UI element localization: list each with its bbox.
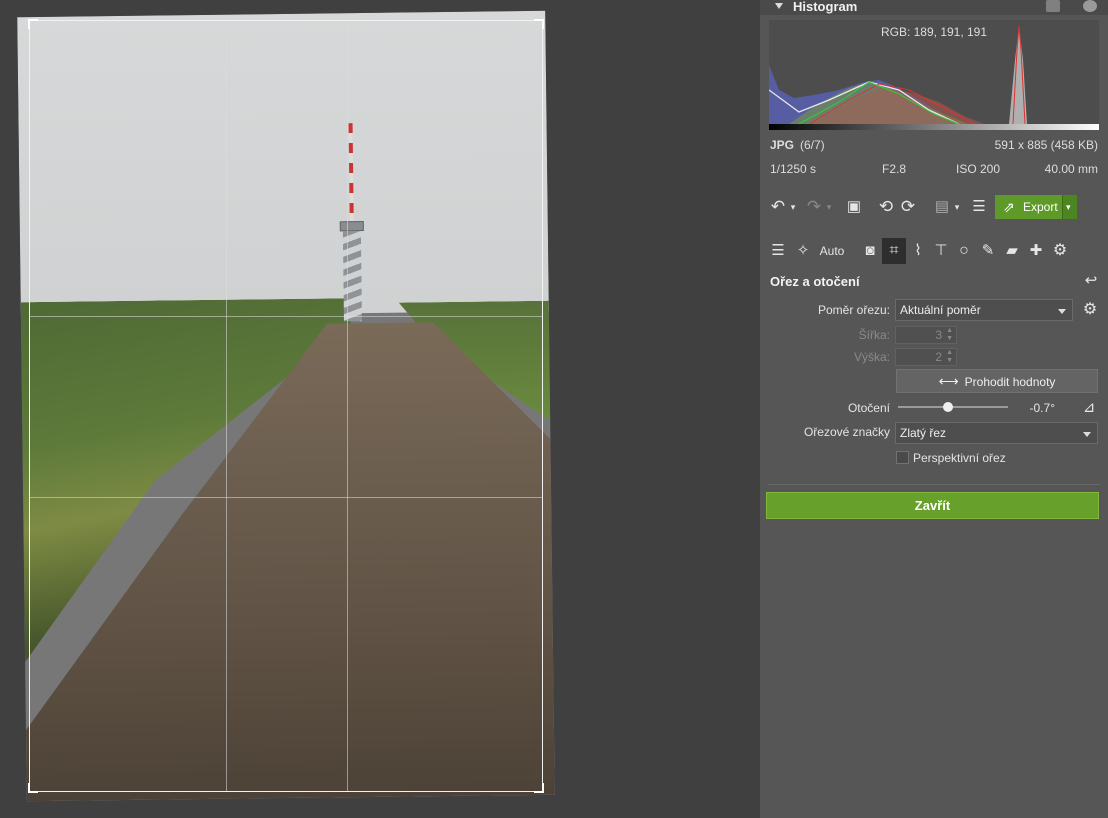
save-dropdown-icon[interactable]: ▾ (952, 194, 962, 220)
redo-icon[interactable]: ↷ (804, 194, 824, 220)
perspective-crop-checkbox[interactable] (896, 451, 909, 464)
chevron-down-icon: ▾ (1066, 202, 1071, 212)
reset-back-icon[interactable]: ↩ (1082, 268, 1100, 294)
export-label: Export (1023, 200, 1058, 214)
rotation-slider-track[interactable] (898, 406, 1008, 408)
photo-tower (337, 123, 367, 323)
ratio-select-value: Aktuální poměr (900, 303, 981, 317)
exif-aperture: F2.8 (882, 162, 907, 176)
histogram-curves (769, 25, 1099, 130)
crop-marks-label: Ořezové značky (803, 425, 890, 439)
histogram-header[interactable]: Histogram (760, 0, 1108, 15)
tower-deck (339, 221, 364, 232)
text-frame-icon[interactable]: ⊤ (931, 238, 951, 264)
brush-icon[interactable]: ✎ (978, 238, 998, 264)
height-label: Výška: (853, 350, 890, 364)
ratio-settings-gear-icon[interactable]: ⚙ (1080, 297, 1100, 323)
swap-arrows-icon: ⟷ (938, 373, 959, 389)
chevron-down-icon (1083, 432, 1091, 437)
histogram-title: Histogram (793, 0, 858, 14)
rotation-slider-thumb[interactable] (942, 402, 953, 412)
auto-button[interactable]: Auto (816, 238, 848, 264)
export-icon: ⇗ (1003, 199, 1015, 215)
width-spinner[interactable]: 3 ▲ ▼ (895, 326, 957, 344)
settings-sun-icon[interactable] (1083, 0, 1097, 12)
redo-dropdown-icon[interactable]: ▾ (824, 194, 834, 220)
healing-icon[interactable]: ✚ (1026, 238, 1046, 264)
rotate-left-icon[interactable]: ⟲ (876, 194, 896, 220)
swap-values-label: Prohodit hodnoty (964, 375, 1056, 389)
exif-focal: 40.00 mm (1044, 162, 1098, 176)
spinner-arrows-icon[interactable]: ▲ ▼ (946, 349, 953, 365)
rotation-value[interactable]: -0.7° (1015, 401, 1055, 415)
gear-icon[interactable]: ⚙ (1050, 238, 1070, 264)
exif-iso: ISO 200 (956, 162, 1001, 176)
save-icon[interactable]: ▤ (932, 194, 952, 220)
camera-tool-icon[interactable]: ◙ (860, 238, 880, 264)
crop-marks-select[interactable]: Zlatý řez (895, 422, 1098, 444)
crop-marks-value: Zlatý řez (900, 426, 947, 440)
file-format: JPG (770, 138, 795, 152)
spinner-arrows-icon[interactable]: ▲ ▼ (946, 327, 953, 343)
image-icon[interactable]: ▣ (844, 194, 864, 220)
tower-mast (348, 123, 354, 224)
perspective-icon[interactable]: ⌇ (908, 238, 928, 264)
adjustments-icon[interactable]: ☰ (768, 238, 788, 264)
photo-sky (17, 10, 549, 318)
ratio-label: Poměr ořezu: (817, 303, 890, 317)
adjust-sliders-icon[interactable]: ☰ (968, 194, 990, 220)
rotation-label: Otočení (847, 401, 890, 415)
right-panel: Histogram RGB: 189, 191, 191 JPG (6/7) 5… (760, 0, 1108, 818)
rotate-right-icon[interactable]: ⟳ (898, 194, 918, 220)
height-spinner[interactable]: 2 ▲ ▼ (895, 348, 957, 366)
tools-toolbar: ☰ ✧ Auto ◙ ⌗ ⌇ ⊤ ○ ✎ ▰ ✚ ⚙ (768, 238, 1100, 264)
close-button[interactable]: Zavřít (766, 492, 1099, 519)
undo-icon[interactable]: ↶ (768, 194, 788, 220)
photo-preview[interactable] (17, 10, 555, 802)
camera-icon[interactable] (1046, 0, 1060, 12)
perspective-crop-label[interactable]: Perspektivní ořez (913, 451, 1006, 465)
export-dropdown-button[interactable]: ▾ (1062, 195, 1077, 219)
collapse-triangle-icon[interactable] (775, 3, 783, 9)
straighten-ruler-icon[interactable]: ⊿ (1078, 395, 1100, 421)
canvas-area[interactable] (0, 0, 760, 818)
histogram-graph: RGB: 189, 191, 191 (769, 20, 1099, 130)
crop-section-title: Ořez a otočení (770, 274, 860, 289)
file-index: (6/7) (800, 138, 825, 152)
tower-spiral (342, 231, 362, 322)
file-dimensions: 591 x 885 (458 KB) (994, 138, 1098, 152)
width-label: Šířka: (858, 328, 890, 342)
chevron-down-icon (1058, 309, 1066, 314)
magic-wand-icon[interactable]: ✧ (793, 238, 813, 264)
section-divider (768, 484, 1100, 485)
crop-tool-icon[interactable]: ⌗ (882, 238, 906, 264)
swap-values-button[interactable]: ⟷ Prohodit hodnoty (896, 369, 1098, 393)
exif-shutter: 1/1250 s (770, 162, 817, 176)
gradient-icon[interactable]: ▰ (1002, 238, 1022, 264)
undo-dropdown-icon[interactable]: ▾ (788, 194, 798, 220)
circle-mask-icon[interactable]: ○ (954, 238, 974, 264)
ratio-select[interactable]: Aktuální poměr (895, 299, 1073, 321)
